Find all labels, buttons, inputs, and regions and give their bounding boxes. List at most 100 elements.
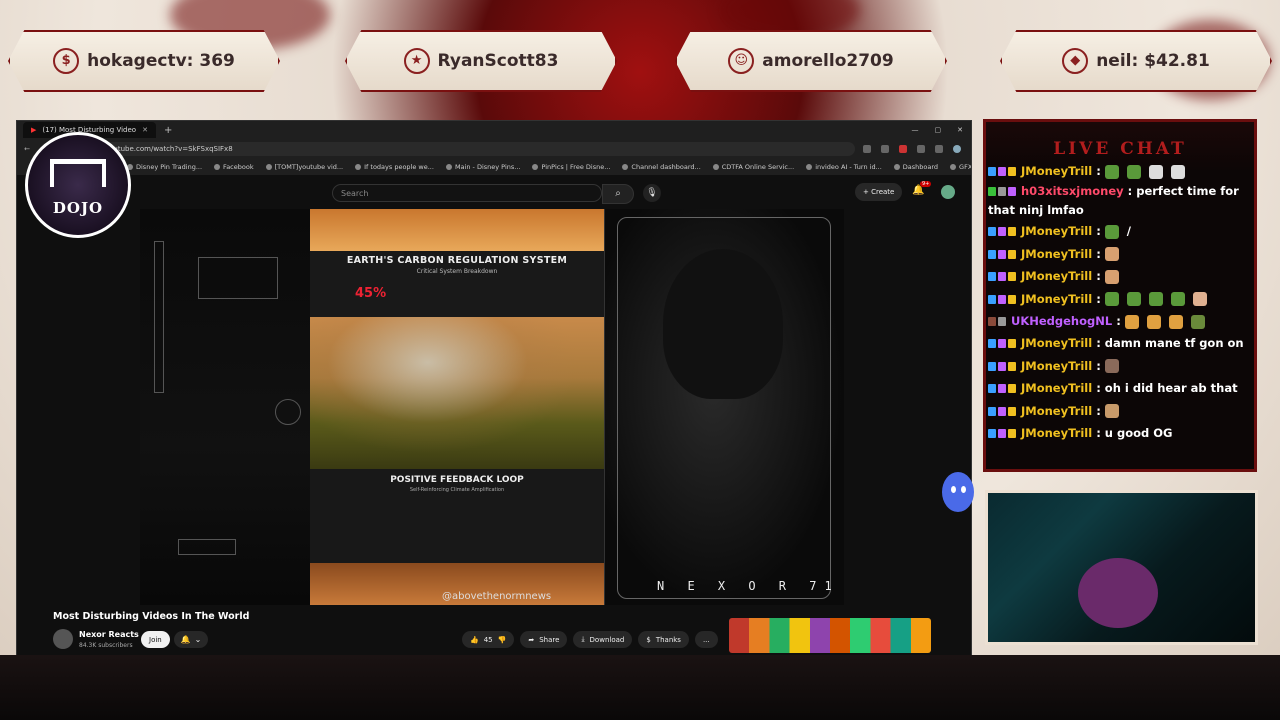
share-button[interactable]: ➦ Share <box>520 631 568 648</box>
badge-icon <box>998 249 1006 259</box>
join-button[interactable]: Join <box>141 631 170 648</box>
vegetables-ad-image[interactable] <box>729 618 931 653</box>
bookmark-item[interactable]: Channel dashboard... <box>622 163 700 171</box>
slide-sky <box>310 209 604 251</box>
create-label: Create <box>871 188 895 196</box>
tab-bar: ▶ (17) Most Disturbing Video ✕ + — ▢ ✕ <box>17 121 971 139</box>
extension-icon[interactable] <box>917 145 925 153</box>
bookmark-item[interactable]: GFX - Google Drive <box>950 163 971 171</box>
minimize-button[interactable]: — <box>912 126 919 134</box>
download-button[interactable]: ⤓ Download <box>573 631 633 648</box>
crown-icon <box>1008 167 1016 176</box>
bookmark-item[interactable]: CDTFA Online Servic... <box>713 163 794 171</box>
browser-window: ▶ (17) Most Disturbing Video ✕ + — ▢ ✕ ←… <box>16 120 972 657</box>
mic-button[interactable]: 🎙 <box>643 184 661 202</box>
emote <box>1190 314 1205 329</box>
plaque-text: neil: $42.81 <box>1096 51 1210 71</box>
emote <box>1104 164 1119 179</box>
bookmark-item[interactable]: Facebook <box>214 163 254 171</box>
chat-message: JMoneyTrill : <box>988 288 1252 310</box>
climate-slide: EARTH'S CARBON REGULATION SYSTEM Critica… <box>310 209 604 605</box>
account-avatar[interactable] <box>941 185 955 199</box>
download-icon: ⤓ <box>581 635 585 643</box>
bookmark-item[interactable]: invideo AI - Turn id... <box>806 163 882 171</box>
chat-username[interactable]: JMoneyTrill <box>1021 381 1092 395</box>
close-tab-icon[interactable]: ✕ <box>142 126 148 134</box>
chat-username[interactable]: UKHedgehogNL <box>1011 314 1112 328</box>
chevron-down-icon: ⌄ <box>194 635 202 644</box>
star-icon: ★ <box>403 48 430 74</box>
check-badge-icon <box>988 187 996 197</box>
like-button[interactable]: 👍 45 👎 <box>462 631 515 648</box>
webcam-overlay-logo <box>1078 558 1158 628</box>
extension-icon[interactable] <box>881 145 889 153</box>
bookmark-item[interactable]: [TOMT]youtube vid... <box>266 163 344 171</box>
chat-username[interactable]: JMoneyTrill <box>1021 224 1092 238</box>
download-label: Download <box>589 635 625 644</box>
emote <box>1170 292 1185 307</box>
chat-text: / <box>1126 224 1131 239</box>
live-chat-panel: LIVE CHAT JMoneyTrill : h03xitsxjmoney :… <box>983 119 1257 472</box>
chat-text: oh i did hear ab that <box>1104 381 1238 396</box>
bookmark-item[interactable]: Disney Pin Trading... <box>127 163 202 171</box>
chat-username[interactable]: JMoneyTrill <box>1021 292 1092 306</box>
new-tab-button[interactable]: + <box>164 125 172 136</box>
chat-username[interactable]: JMoneyTrill <box>1021 164 1092 178</box>
plaque-latest-follower: ★ RyanScott83 <box>345 30 617 92</box>
gem-icon: ◆ <box>1062 48 1089 74</box>
share-icon: ➦ <box>528 635 535 644</box>
badge-icon <box>998 294 1006 304</box>
badge-icon <box>988 406 996 416</box>
video-player[interactable]: EARTH'S CARBON REGULATION SYSTEM Critica… <box>140 209 844 605</box>
chat-username[interactable]: h03xitsxjmoney <box>1021 184 1124 198</box>
bookmark-item[interactable]: If todays people we... <box>355 163 434 171</box>
badge-icon <box>998 227 1006 237</box>
thumbs-down-icon[interactable]: 👎 <box>498 636 507 644</box>
url-bar[interactable]: youtube.com/watch?v=SkFSxqSIFx8 <box>45 142 855 156</box>
emote <box>1104 247 1119 262</box>
profile-icon[interactable] <box>953 145 961 153</box>
close-window-button[interactable]: ✕ <box>957 126 963 134</box>
like-count: 45 <box>483 635 493 644</box>
search-placeholder: Search <box>341 188 369 198</box>
crown-icon <box>1008 339 1016 349</box>
bookmark-item[interactable]: PinPics | Free Disne... <box>532 163 610 171</box>
chat-username[interactable]: JMoneyTrill <box>1021 359 1092 373</box>
slide-subtitle: Critical System Breakdown <box>416 268 498 275</box>
chat-username[interactable]: JMoneyTrill <box>1021 404 1092 418</box>
chat-username[interactable]: JMoneyTrill <box>1021 269 1092 283</box>
bookmark-item[interactable]: Main - Disney Pins... <box>446 163 521 171</box>
window-controls: — ▢ ✕ <box>912 126 972 134</box>
channel-avatar[interactable] <box>53 629 73 649</box>
burning-forest-image <box>310 317 604 469</box>
crown-icon <box>1008 429 1016 439</box>
channel-name[interactable]: Nexor Reacts <box>79 630 139 639</box>
more-button[interactable]: ... <box>694 631 718 648</box>
badge-icon <box>998 361 1006 371</box>
video-title: Most Disturbing Videos In The World <box>53 611 250 622</box>
extension-icon[interactable] <box>899 145 907 153</box>
notification-count: 9+ <box>920 181 932 187</box>
create-button[interactable]: + Create <box>855 183 903 201</box>
plaque-top-donation: ◆ neil: $42.81 <box>1000 30 1272 92</box>
search-input[interactable]: Search <box>332 184 602 202</box>
chat-username[interactable]: JMoneyTrill <box>1021 247 1092 261</box>
back-icon[interactable]: ← <box>17 145 37 153</box>
crown-icon <box>1008 249 1016 259</box>
bookmarks-bar: Disney Pin Trading... Facebook [TOMT]you… <box>17 159 971 175</box>
chat-message: UKHedgehogNL : <box>988 310 1252 332</box>
bookmark-item[interactable]: Dashboard <box>894 163 938 171</box>
maximize-button[interactable]: ▢ <box>935 126 942 134</box>
hud-bar <box>154 241 164 393</box>
subscribe-bell-button[interactable]: 🔔 ⌄ <box>174 631 208 648</box>
chat-message: JMoneyTrill : u good OG <box>988 422 1252 444</box>
thanks-button[interactable]: $ Thanks <box>638 631 689 648</box>
slide2-subtitle: Self-Reinforcing Climate Amplification <box>409 487 505 493</box>
search-button[interactable]: ⌕ <box>602 184 634 204</box>
badge-icon <box>998 187 1006 197</box>
chat-username[interactable]: JMoneyTrill <box>1021 336 1092 350</box>
extension-icon[interactable] <box>863 145 871 153</box>
chat-username[interactable]: JMoneyTrill <box>1021 426 1092 440</box>
emote <box>1192 292 1207 307</box>
extension-icon[interactable] <box>935 145 943 153</box>
